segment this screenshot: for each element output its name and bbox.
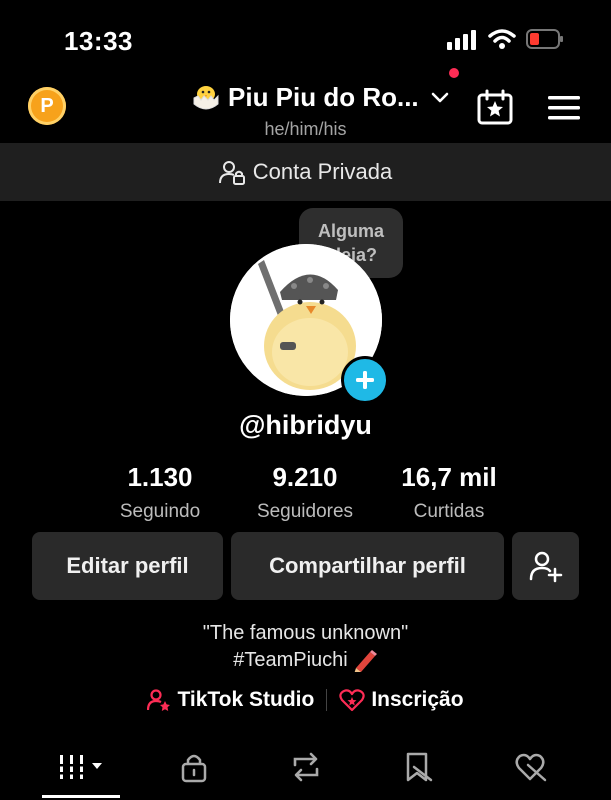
tiktok-studio-label: TikTok Studio: [177, 688, 315, 711]
lock-icon: [181, 754, 207, 783]
status-time: 13:33: [64, 26, 133, 56]
grid-icon: [58, 755, 102, 779]
bio-line-2-row: #TeamPiuchi: [0, 648, 611, 672]
notification-dot: [449, 68, 459, 78]
add-friend-icon: [529, 551, 562, 583]
tab-favorites[interactable]: [398, 750, 438, 784]
active-tab-indicator: [42, 795, 120, 798]
private-account-bar: Conta Privada: [0, 143, 611, 201]
bio-line-1: "The famous unknown": [202, 622, 409, 644]
stat-following[interactable]: 1.130 Seguindo: [90, 462, 230, 523]
menu-icon[interactable]: [548, 94, 580, 122]
username: @hibridyu: [239, 410, 372, 440]
stat-likes-value: 16,7 mil: [401, 462, 497, 492]
note-bubble-line1: Alguma: [317, 221, 384, 241]
signal-icon: [447, 30, 476, 50]
stat-likes[interactable]: 16,7 mil Curtidas: [379, 462, 519, 523]
chevron-down-icon: [431, 92, 448, 103]
chick-emoji-icon: [193, 86, 219, 110]
stat-followers-label: Seguidores: [256, 501, 354, 522]
plus-icon: [356, 371, 374, 389]
add-friend-button[interactable]: [512, 532, 579, 600]
repost-icon: [293, 752, 319, 782]
stat-followers[interactable]: 9.210 Seguidores: [235, 462, 375, 523]
share-profile-button[interactable]: Compartilhar perfil: [231, 532, 504, 600]
links-divider: [326, 689, 328, 711]
coin-letter: P: [40, 94, 54, 117]
stat-following-value: 1.130: [127, 462, 193, 492]
studio-icon: [147, 689, 171, 711]
subscription-link[interactable]: Inscrição: [339, 688, 464, 712]
add-story-button[interactable]: [341, 356, 389, 404]
stat-followers-value: 9.210: [272, 462, 338, 492]
pencil-emoji-icon: [354, 650, 377, 672]
private-account-icon: [218, 161, 245, 185]
calendar-star-icon[interactable]: [476, 88, 514, 126]
tiktok-studio-link[interactable]: TikTok Studio: [147, 688, 314, 712]
profile-links: TikTok Studio Inscrição: [0, 688, 611, 712]
liked-icon: [515, 753, 547, 782]
stat-following-label: Seguindo: [119, 501, 201, 522]
tab-liked[interactable]: [511, 750, 551, 784]
account-name: Piu Piu do Ro...: [228, 81, 419, 112]
bio-line-2: #TeamPiuchi: [233, 648, 348, 671]
tab-videos[interactable]: [58, 750, 108, 784]
tab-reposts[interactable]: [286, 750, 326, 784]
subscription-icon: [339, 689, 366, 712]
account-switcher[interactable]: Piu Piu do Ro...: [190, 80, 451, 114]
subscription-label: Inscrição: [371, 688, 464, 711]
battery-icon: [526, 29, 563, 49]
edit-profile-button[interactable]: Editar perfil: [32, 532, 223, 600]
stat-likes-label: Curtidas: [413, 501, 485, 522]
tab-private[interactable]: [174, 750, 214, 784]
bookmark-icon: [406, 752, 433, 782]
pronouns: he/him/his: [264, 119, 347, 139]
wifi-icon: [488, 29, 516, 49]
private-account-label: Conta Privada: [252, 159, 393, 184]
